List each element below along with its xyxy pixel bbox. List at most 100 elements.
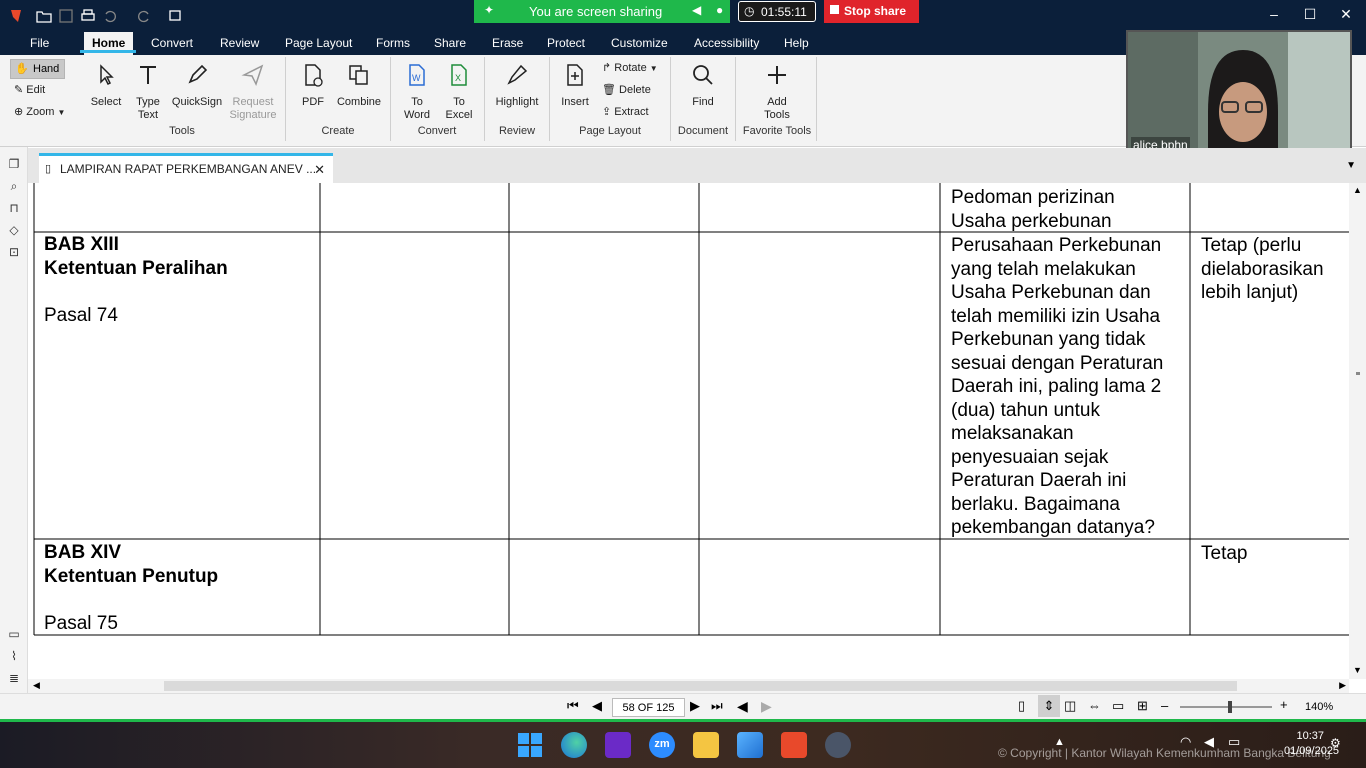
continuous-view-icon[interactable]: ⇕ — [1038, 695, 1060, 717]
zoom-label: Zoom — [26, 106, 55, 118]
minimize-icon[interactable]: – — [1264, 6, 1284, 22]
menu-file[interactable]: File — [30, 36, 49, 50]
layers-icon[interactable]: ≣ — [7, 671, 21, 685]
save-icon[interactable] — [58, 8, 74, 24]
forward-view-icon[interactable]: ▶ — [761, 698, 772, 715]
open-folder-icon[interactable] — [36, 8, 52, 24]
scroll-right-icon[interactable]: ▶ — [1339, 680, 1346, 691]
presentation-icon[interactable]: ▭ — [1112, 698, 1124, 714]
pdf-editor-app-icon[interactable] — [781, 732, 807, 758]
close-tab-icon[interactable]: ✕ — [314, 162, 325, 178]
hand-tool-button[interactable]: ✋ Hand — [10, 59, 65, 79]
delete-button[interactable]: 🗑 Delete — [602, 83, 651, 96]
combine-button[interactable]: Combine — [334, 63, 384, 109]
file-explorer-icon[interactable] — [693, 732, 719, 758]
pasal-75: Pasal 75 — [44, 613, 118, 634]
highlight-button[interactable]: Highlight — [490, 63, 544, 109]
zoom-level[interactable]: 140% — [1305, 701, 1333, 713]
last-page-icon[interactable]: ⏭ — [711, 698, 723, 714]
menu-accessibility[interactable]: Accessibility — [694, 36, 759, 50]
media-app-icon[interactable] — [605, 732, 631, 758]
quicksign-button[interactable]: QuickSign — [170, 63, 224, 109]
zoom-tool-button[interactable]: ⊕ Zoom ▼ — [14, 105, 65, 118]
zoom-slider-thumb[interactable] — [1228, 701, 1232, 713]
to-word-button[interactable]: W To Word — [400, 63, 434, 122]
tab-list-chevron-icon[interactable]: ▼ — [1346, 160, 1356, 171]
scroll-thumb[interactable] — [1356, 372, 1360, 375]
close-icon[interactable]: ✕ — [1336, 6, 1356, 23]
edit-icon: ✎ — [14, 84, 24, 96]
audio-icon[interactable]: ◀ — [692, 3, 701, 17]
document-tab-bar: ▯ LAMPIRAN RAPAT PERKEMBANGAN ANEV ... ✕… — [28, 148, 1366, 183]
active-tab-indicator — [80, 50, 136, 53]
menu-customize[interactable]: Customize — [611, 36, 668, 50]
photos-app-icon[interactable] — [737, 732, 763, 758]
single-page-view-icon[interactable]: ▯ — [1018, 698, 1025, 714]
page-number-input[interactable]: 58 OF 125 — [612, 698, 685, 717]
pdf-file-icon — [305, 64, 323, 87]
first-page-icon[interactable]: ⏮ — [567, 698, 579, 714]
document-tab[interactable]: ▯ LAMPIRAN RAPAT PERKEMBANGAN ANEV ... ✕ — [39, 153, 333, 183]
to-excel-button[interactable]: X To Excel — [442, 63, 476, 122]
previous-page-icon[interactable]: ◀ — [592, 698, 602, 714]
tag-icon[interactable]: ◇ — [7, 223, 21, 237]
next-page-icon[interactable]: ▶ — [690, 698, 700, 714]
redo-icon[interactable] — [136, 8, 152, 24]
request-signature-button[interactable]: Request Signature — [226, 63, 280, 122]
menu-page-layout[interactable]: Page Layout — [285, 36, 352, 50]
bookmark-icon[interactable]: ⊓ — [7, 201, 21, 215]
title-bar: ✦ You are screen sharing ◀ ● ◷ 01:55:11 … — [0, 0, 1366, 32]
to-word-label-2: Word — [403, 109, 431, 121]
undo-icon[interactable] — [102, 8, 118, 24]
full-screen-icon[interactable]: ⊞ — [1137, 698, 1148, 714]
windows-start-icon[interactable] — [517, 732, 543, 758]
menu-erase[interactable]: Erase — [492, 36, 523, 50]
print-icon[interactable] — [80, 8, 96, 24]
settings-icon[interactable] — [825, 732, 851, 758]
zoom-in-icon[interactable]: + — [1280, 697, 1288, 712]
scroll-left-icon[interactable]: ◀ — [33, 680, 40, 691]
horizontal-scroll-thumb[interactable] — [164, 681, 1237, 691]
menu-share[interactable]: Share — [434, 36, 466, 50]
select-button[interactable]: Select — [88, 63, 124, 109]
zoom-slider[interactable] — [1180, 701, 1272, 713]
fit-width-icon[interactable]: ⇔ — [1088, 698, 1101, 713]
edit-tool-button[interactable]: ✎ Edit — [14, 83, 45, 96]
menu-protect[interactable]: Protect — [547, 36, 585, 50]
vertical-scrollbar[interactable]: ▲ ▼ — [1349, 183, 1366, 679]
lock-icon[interactable]: ⊡ — [7, 245, 21, 259]
insert-button[interactable]: Insert — [558, 63, 592, 109]
scroll-down-icon[interactable]: ▼ — [1353, 665, 1362, 675]
select-mode-icon[interactable] — [168, 8, 184, 24]
menu-review[interactable]: Review — [220, 36, 259, 50]
timer-text: 01:55:11 — [761, 5, 807, 19]
rotate-icon: ↱ — [602, 62, 612, 74]
left-panel-bar: ❐ ⌕ ⊓ ◇ ⊡ ▭ ⌇ ≣ — [0, 147, 28, 719]
rotate-button[interactable]: ↱ Rotate ▼ — [602, 61, 658, 74]
maximize-icon[interactable]: ☐ — [1300, 6, 1320, 23]
back-view-icon[interactable]: ◀ — [737, 698, 748, 715]
notification-icon[interactable]: ⚙ — [1330, 736, 1341, 750]
stop-share-button[interactable]: Stop share — [824, 0, 919, 23]
add-tools-button[interactable]: Add Tools — [756, 63, 798, 122]
edge-browser-icon[interactable] — [561, 732, 587, 758]
to-excel-label-2: Excel — [445, 109, 473, 121]
zoom-out-icon[interactable]: – — [1161, 698, 1168, 713]
find-label: Find — [692, 96, 714, 108]
menu-forms[interactable]: Forms — [376, 36, 410, 50]
extract-button[interactable]: ⇪ Extract — [602, 105, 649, 118]
two-page-view-icon[interactable]: ◫ — [1064, 698, 1076, 714]
zoom-app-icon[interactable]: zm — [649, 732, 675, 758]
pages-icon[interactable]: ❐ — [7, 157, 21, 171]
create-pdf-button[interactable]: PDF — [298, 63, 328, 109]
find-button[interactable]: Find — [686, 63, 720, 109]
menu-help[interactable]: Help — [784, 36, 809, 50]
type-text-button[interactable]: Type Text — [132, 63, 164, 122]
menu-convert[interactable]: Convert — [151, 36, 193, 50]
comment-icon[interactable]: ▭ — [7, 627, 21, 641]
scroll-up-icon[interactable]: ▲ — [1353, 185, 1362, 195]
attachment-icon[interactable]: ⌇ — [7, 649, 21, 663]
horizontal-scrollbar[interactable]: ◀ ▶ — [28, 679, 1349, 693]
participant-video[interactable]: alice bphn — [1126, 30, 1352, 158]
search-icon[interactable]: ⌕ — [7, 179, 21, 193]
